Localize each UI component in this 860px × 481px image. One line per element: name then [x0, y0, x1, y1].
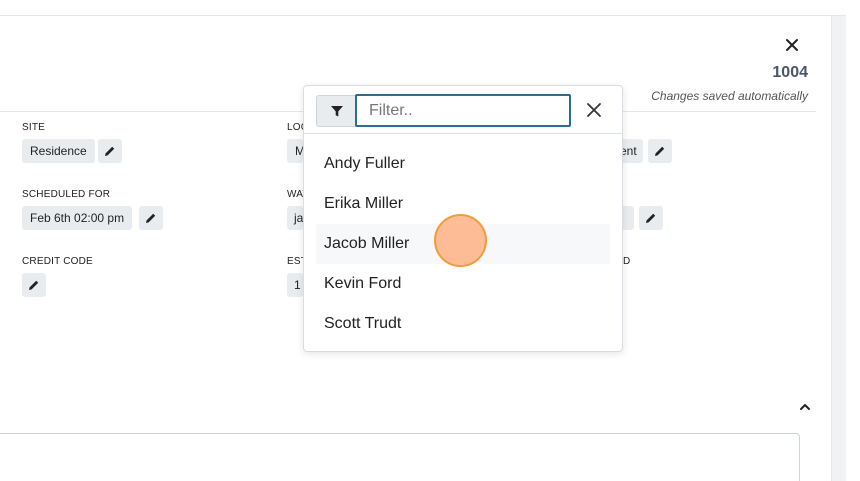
close-icon[interactable]	[783, 36, 801, 54]
filter-icon	[330, 106, 343, 117]
site-value: Residence	[22, 139, 95, 163]
option-jacob-miller[interactable]: Jacob Miller	[316, 224, 610, 264]
window-edge	[846, 0, 860, 481]
pencil-icon	[105, 146, 115, 156]
option-scott-trudt[interactable]: Scott Trudt	[316, 304, 610, 344]
estimate-value: 1	[287, 273, 303, 297]
site-label: SITE	[22, 122, 46, 133]
scrollbar[interactable]	[831, 16, 846, 481]
pencil-icon	[655, 146, 665, 156]
field-label-3: D	[623, 256, 631, 267]
edit-scheduled-button[interactable]	[139, 206, 163, 230]
filter-input[interactable]	[355, 94, 571, 127]
scheduled-for-label: SCHEDULED FOR	[22, 189, 111, 200]
pencil-icon	[29, 280, 39, 290]
edit-site-button[interactable]	[98, 139, 122, 163]
close-icon[interactable]	[585, 101, 603, 119]
option-list: Andy Fuller Erika Miller Jacob Miller Ke…	[316, 144, 610, 344]
assignee-dropdown: Andy Fuller Erika Miller Jacob Miller Ke…	[303, 85, 623, 352]
option-andy-fuller[interactable]: Andy Fuller	[316, 144, 610, 184]
pencil-icon	[646, 213, 656, 223]
edit-field-button[interactable]	[648, 139, 672, 163]
top-bar	[0, 0, 846, 16]
pencil-icon	[146, 213, 156, 223]
scheduled-for-value: Feb 6th 02:00 pm	[22, 206, 133, 230]
edit-field-2-button[interactable]	[639, 206, 663, 230]
filter-button[interactable]	[316, 95, 356, 127]
option-erika-miller[interactable]: Erika Miller	[316, 184, 610, 224]
autosave-status: Changes saved automatically	[651, 89, 808, 103]
record-number: 1004	[772, 64, 808, 81]
option-kevin-ford[interactable]: Kevin Ford	[316, 264, 610, 304]
watch-value: ja	[287, 206, 303, 230]
edit-credit-code-button[interactable]	[22, 273, 46, 297]
chevron-up-icon[interactable]	[798, 400, 812, 414]
notes-card[interactable]	[0, 433, 800, 481]
credit-code-label: CREDIT CODE	[22, 256, 93, 267]
location-value: M	[287, 139, 303, 163]
dropdown-header	[304, 86, 622, 134]
